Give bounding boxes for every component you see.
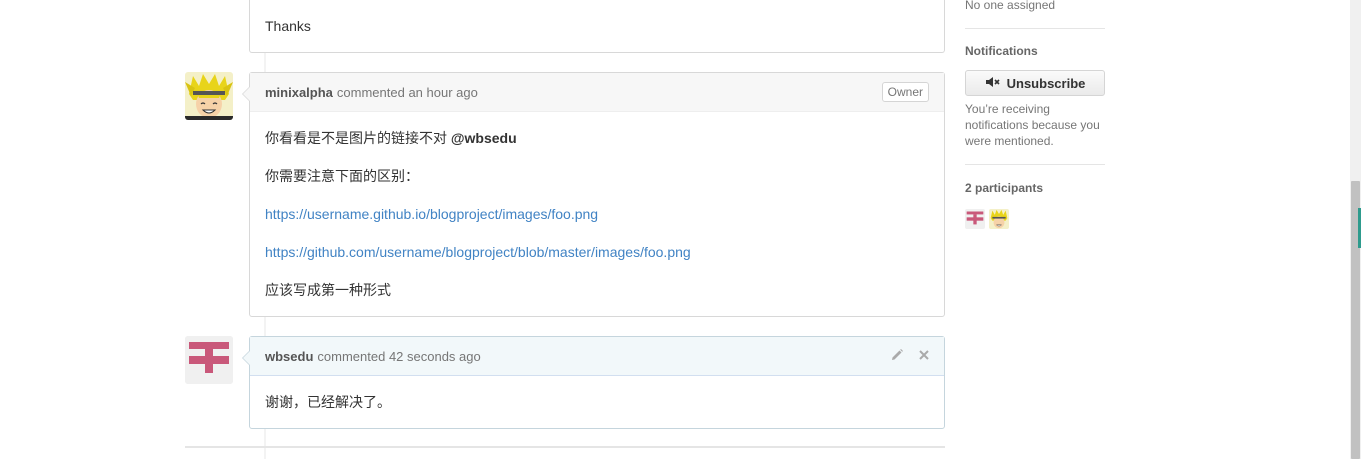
comment-line: https://github.com/username/blogproject/… (265, 242, 691, 262)
avatar-minixalpha[interactable] (185, 72, 233, 120)
owner-badge: Owner (881, 82, 929, 102)
previous-comment: Thanks (249, 0, 945, 53)
link-github-blob[interactable]: https://github.com/username/blogproject/… (265, 244, 691, 260)
comment-arrow (242, 350, 250, 366)
participants-list (965, 209, 1009, 229)
close-icon[interactable] (918, 349, 930, 364)
comment-timestamp[interactable]: commented 42 seconds ago (317, 349, 480, 364)
comment-arrow (242, 86, 250, 102)
comment-minixalpha: minixalpha commented an hour ago Owner 你… (242, 72, 945, 317)
mute-icon (985, 76, 1001, 91)
comment-actions (890, 348, 930, 365)
comment-author[interactable]: minixalpha (265, 85, 333, 100)
comment-line: 你需要注意下面的区别： (265, 168, 419, 184)
comment-text: 谢谢，已经解决了。 (265, 394, 391, 410)
comment-line: 应该写成第一种形式 (265, 282, 391, 298)
comment-line: https://username.github.io/blogproject/i… (265, 204, 598, 224)
comment-text: 你看看是不是图片的链接不对 (265, 130, 451, 146)
discussion-divider (185, 446, 945, 448)
participant-avatar-minixalpha[interactable] (989, 209, 1009, 229)
participant-avatar-wbsedu[interactable] (965, 209, 985, 229)
pencil-icon[interactable] (890, 348, 904, 365)
comment-text: Thanks (265, 18, 311, 34)
comment-wbsedu: wbsedu commented 42 seconds ago 谢谢，已经解决了… (242, 336, 945, 429)
user-mention[interactable]: @wbsedu (451, 130, 517, 146)
comment-header: wbsedu commented 42 seconds ago (250, 337, 944, 376)
notifications-heading: Notifications (965, 44, 1038, 58)
sidebar-divider (965, 164, 1105, 165)
link-github-io[interactable]: https://username.github.io/blogproject/i… (265, 206, 598, 222)
assignee-status: No one assigned (965, 0, 1056, 12)
participants-heading: 2 participants (965, 181, 1044, 195)
unsubscribe-button[interactable]: Unsubscribe (965, 70, 1105, 96)
comment-line: 你看看是不是图片的链接不对 @wbsedu (265, 128, 517, 148)
comment-header: minixalpha commented an hour ago Owner (250, 73, 944, 112)
unsubscribe-label: Unsubscribe (1006, 75, 1086, 91)
comment-author[interactable]: wbsedu (265, 349, 313, 364)
comment-timestamp[interactable]: commented an hour ago (337, 85, 478, 100)
avatar-wbsedu[interactable] (185, 336, 233, 384)
notification-reason: You’re receiving notifications because y… (965, 102, 1100, 148)
sidebar-divider (965, 28, 1105, 29)
